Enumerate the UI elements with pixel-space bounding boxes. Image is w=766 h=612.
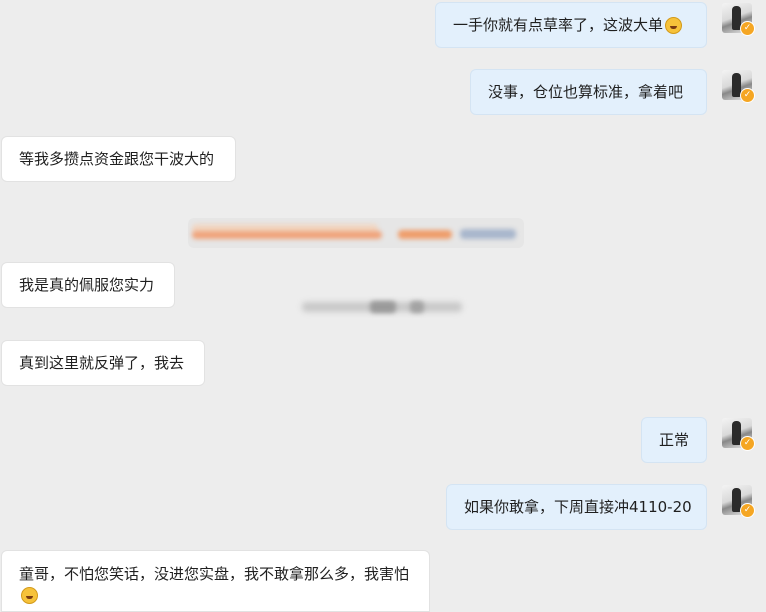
avatar[interactable]: ✓ [722,3,755,36]
redacted-timestamp [300,296,466,318]
redacted-text [398,230,452,239]
message-text: 童哥，不怕您笑话，没进您实盘，我不敢拿那么多，我害怕 [19,563,412,607]
redacted-system-notice [188,218,524,248]
message-text: 真到这里就反弹了，我去 [19,354,185,372]
message-bubble-incoming[interactable]: 等我多攒点资金跟您干波大的 [1,136,236,182]
redacted-text [460,229,516,239]
verified-badge-icon: ✓ [740,436,755,451]
message-bubble-outgoing[interactable]: 没事，仓位也算标准，拿着吧 [470,69,707,115]
avatar[interactable]: ✓ [722,485,755,518]
message-text: 我是真的佩服您实力 [19,276,155,294]
grinning-sweat-emoji-icon [665,16,683,34]
message-text: 如果你敢拿，下周直接冲4110-20 [464,498,692,516]
message-text: 没事，仓位也算标准，拿着吧 [488,83,684,101]
verified-badge-icon: ✓ [740,88,755,103]
message-bubble-incoming[interactable]: 童哥，不怕您笑话，没进您实盘，我不敢拿那么多，我害怕 [1,550,430,612]
verified-badge-icon: ✓ [740,21,755,36]
verified-badge-icon: ✓ [740,503,755,518]
avatar[interactable]: ✓ [722,418,755,451]
face-with-hand-over-mouth-icon [21,587,38,604]
message-text: 等我多攒点资金跟您干波大的 [19,150,215,168]
message-bubble-outgoing[interactable]: 一手你就有点草率了，这波大单 [435,2,707,48]
message-bubble-incoming[interactable]: 我是真的佩服您实力 [1,262,175,308]
message-text: 一手你就有点草率了，这波大单 [453,16,664,34]
avatar[interactable]: ✓ [722,70,755,103]
message-bubble-incoming[interactable]: 真到这里就反弹了，我去 [1,340,205,386]
redacted-text [192,231,382,239]
message-bubble-outgoing[interactable]: 正常 [641,417,707,463]
message-text: 正常 [659,431,690,449]
message-bubble-outgoing[interactable]: 如果你敢拿，下周直接冲4110-20 [446,484,707,530]
